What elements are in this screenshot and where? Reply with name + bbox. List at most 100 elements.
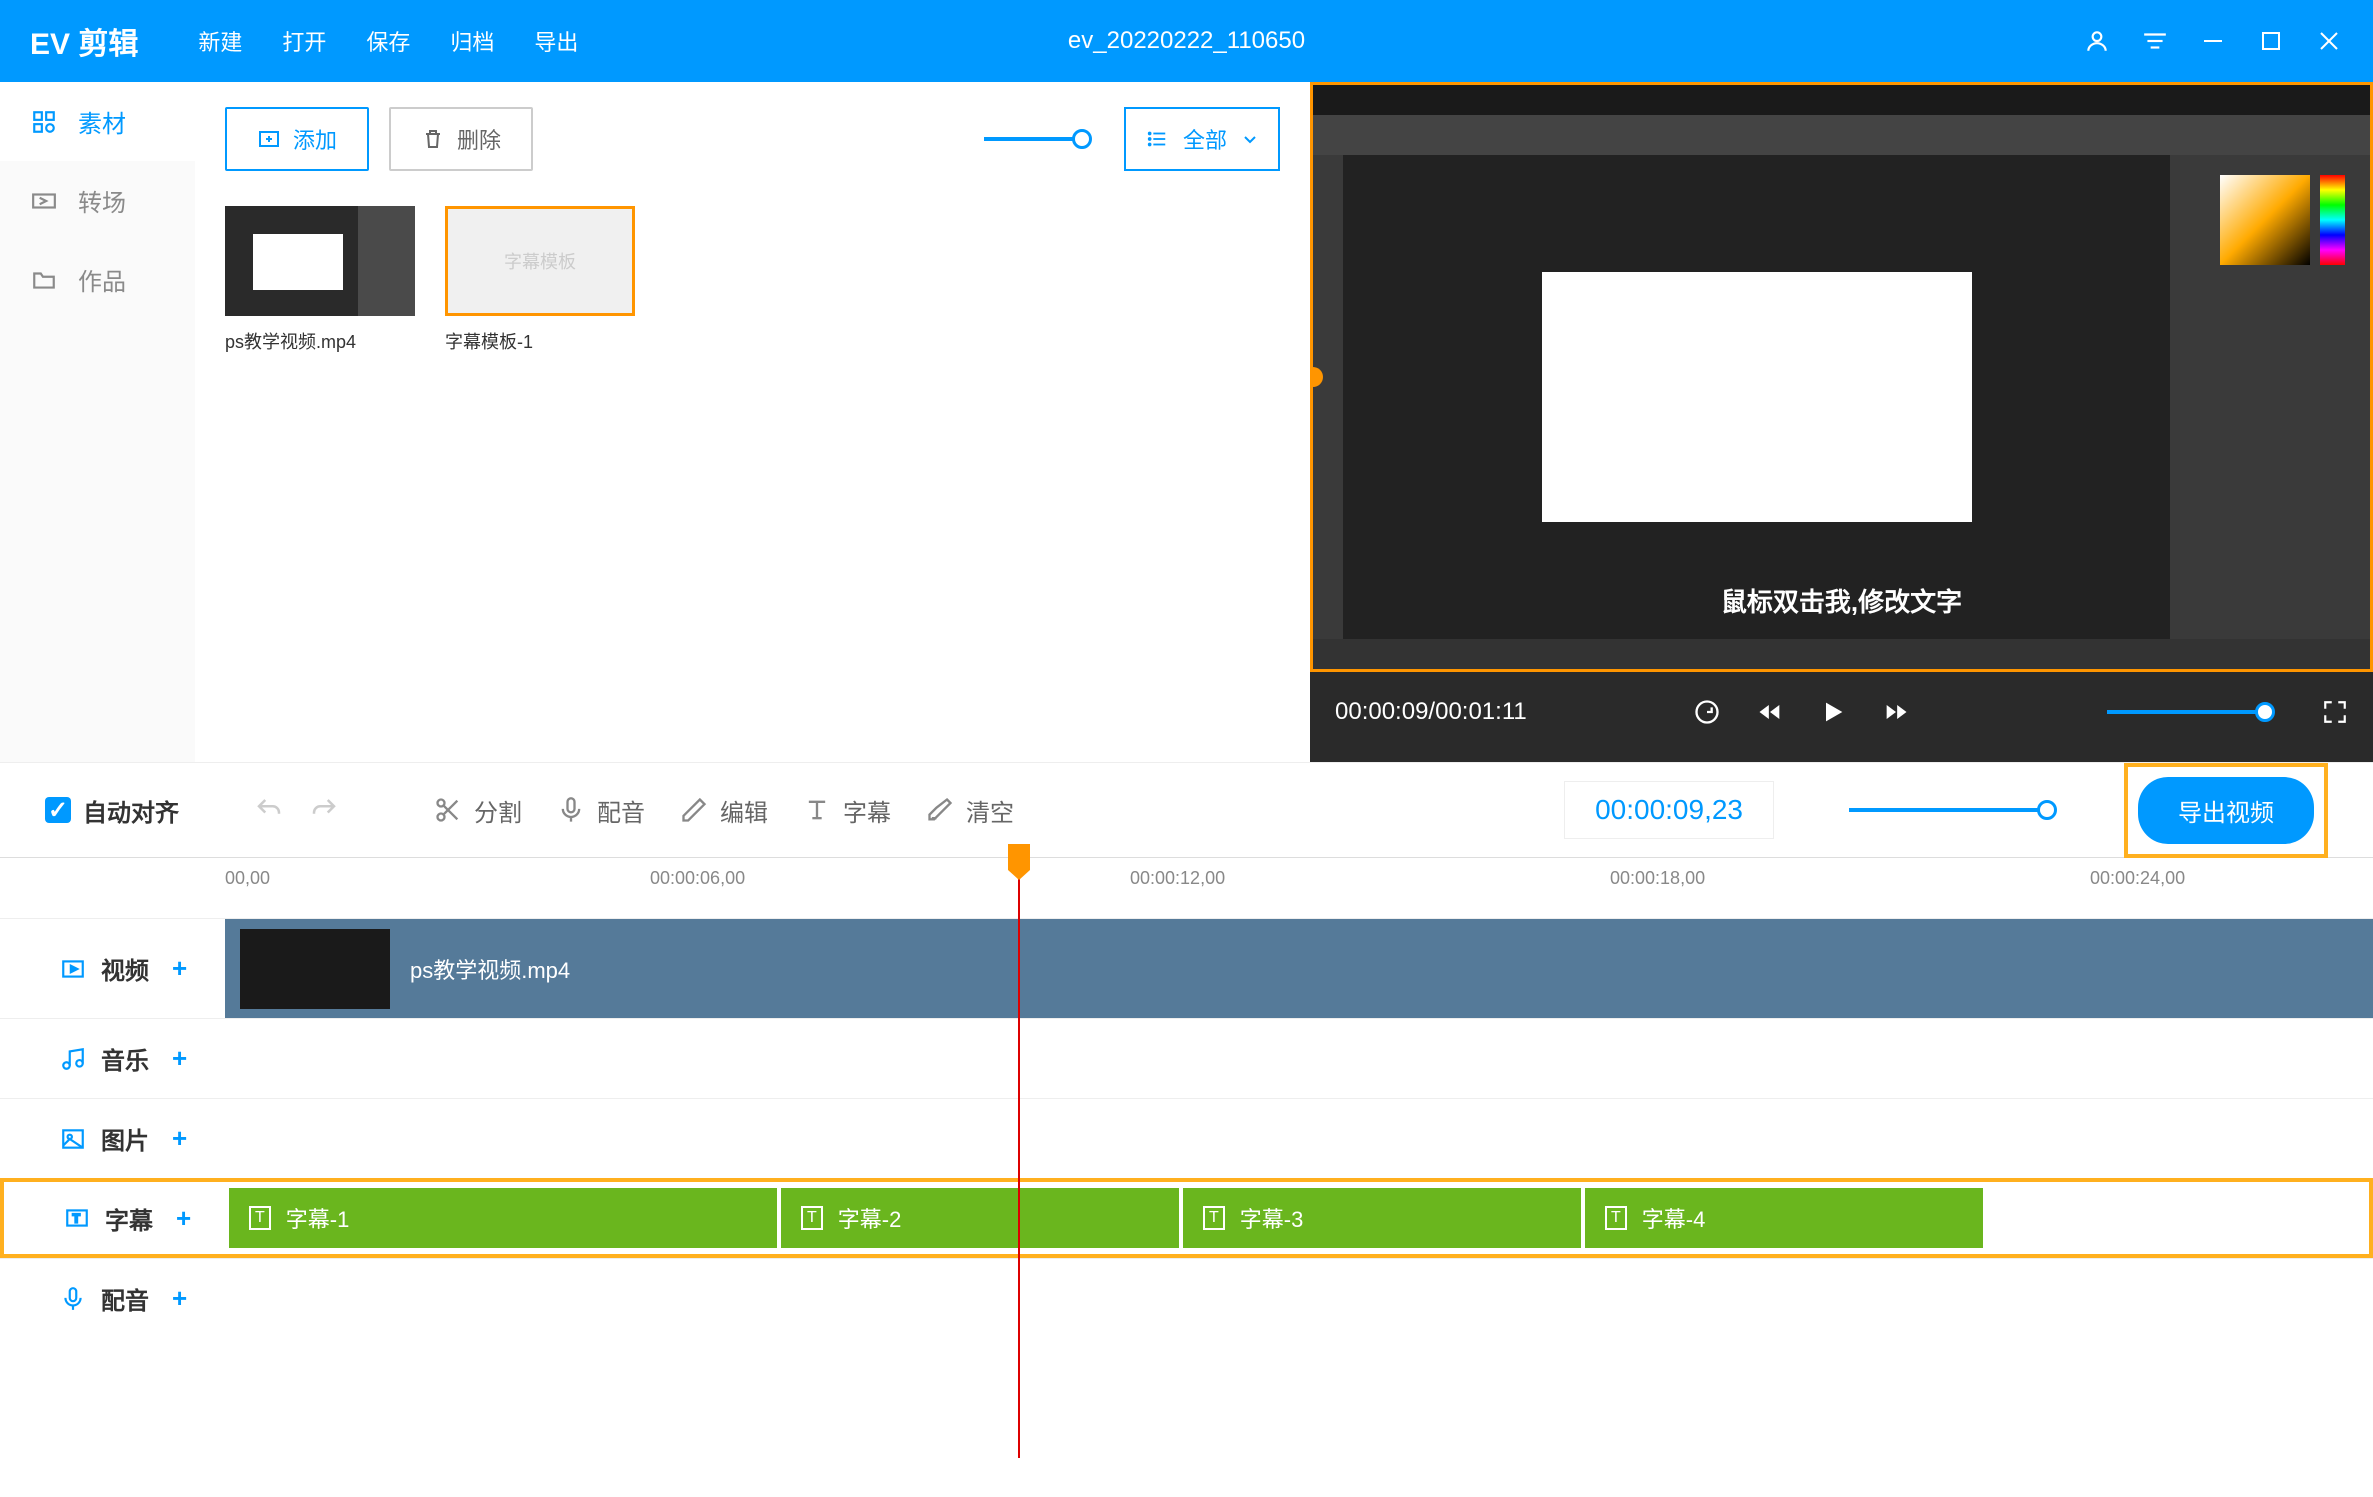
mic-icon [557,796,585,824]
hue-slider-mock [2320,175,2345,265]
close-button[interactable] [2315,27,2343,55]
image-track-content[interactable] [225,1099,2373,1178]
preview-controls: 00:00:09/00:01:11 [1310,672,2373,752]
play-button[interactable] [1819,698,1847,726]
split-button[interactable]: 分割 [434,793,522,828]
add-track-button[interactable]: + [176,1203,191,1234]
scissors-icon [434,796,462,824]
playhead-handle[interactable] [1008,844,1030,870]
video-icon [60,956,86,982]
preview-mock-menubar [1313,85,2370,115]
tool-label: 字幕 [843,793,891,828]
undo-button[interactable] [254,795,284,825]
menu-archive[interactable]: 归档 [450,25,494,57]
subtitle-clip[interactable]: T 字幕-1 [229,1188,779,1248]
add-track-button[interactable]: + [172,1283,187,1314]
subtitle-clip[interactable]: T 字幕-4 [1585,1188,1985,1248]
thumb-text: 字幕模板 [504,248,576,274]
menu-new[interactable]: 新建 [198,25,242,57]
loop-button[interactable] [1693,698,1721,726]
preview-time-display: 00:00:09/00:01:11 [1335,698,1527,726]
preview-viewport[interactable]: 鼠标双击我,修改文字 [1310,82,2373,672]
filter-dropdown[interactable]: 全部 [1124,107,1280,171]
text-badge-icon: T [249,1206,271,1230]
menu-icon[interactable] [2141,27,2169,55]
subtitle-track-content[interactable]: T 字幕-1 T 字幕-2 T 字幕-3 T 字幕-4 [229,1182,2369,1254]
media-item-video[interactable]: ps教学视频.mp4 [225,206,415,354]
preview-mock-dock [1313,639,2370,669]
timeline-ruler[interactable]: 00,00 00:00:06,00 00:00:12,00 00:00:18,0… [0,858,2373,918]
list-icon [1146,128,1168,150]
ruler-tick: 00:00:18,00 [1610,868,1705,889]
tool-label: 分割 [474,793,522,828]
minimize-button[interactable] [2199,27,2227,55]
main-area: 素材 转场 作品 添加 删除 [0,82,2373,762]
maximize-button[interactable] [2257,27,2285,55]
clip-label: ps教学视频.mp4 [410,953,570,985]
tool-label: 编辑 [720,793,768,828]
menu-save[interactable]: 保存 [366,25,410,57]
media-grid: ps教学视频.mp4 字幕模板 字幕模板-1 [225,206,1280,354]
svg-text:T: T [73,1211,81,1225]
video-track-content[interactable]: ps教学视频.mp4 [225,919,2373,1018]
subtitle-clip[interactable]: T 字幕-3 [1183,1188,1583,1248]
media-label: ps教学视频.mp4 [225,328,415,354]
clear-button[interactable]: 清空 [926,793,1014,828]
sidebar-label: 素材 [78,104,126,139]
preview-trim-handle-left[interactable] [1310,367,1323,387]
voiceover-track-content[interactable] [225,1259,2373,1338]
track-row-voiceover: 配音 + [0,1258,2373,1338]
color-picker-mock [2220,175,2310,265]
preview-mock-toolbar [1313,115,2370,155]
auto-align-checkbox[interactable]: ✓ 自动对齐 [45,793,179,828]
redo-button[interactable] [309,795,339,825]
track-header-voiceover: 配音 + [0,1281,225,1316]
clip-label: 字幕-3 [1240,1202,1304,1234]
track-row-video: 视频 + ps教学视频.mp4 [0,918,2373,1018]
track-header-subtitle: T 字幕 + [4,1201,229,1236]
add-label: 添加 [293,123,337,155]
timecode-display[interactable]: 00:00:09,23 [1564,781,1774,839]
transition-icon [30,187,58,215]
voiceover-button[interactable]: 配音 [557,793,645,828]
text-badge-icon: T [1605,1206,1627,1230]
delete-label: 删除 [457,123,501,155]
checkbox-icon: ✓ [45,797,71,823]
add-button[interactable]: 添加 [225,107,369,171]
tool-label: 清空 [966,793,1014,828]
menu-open[interactable]: 打开 [282,25,326,57]
delete-button[interactable]: 删除 [389,107,533,171]
track-label: 音乐 [101,1041,149,1076]
add-track-button[interactable]: + [172,1123,187,1154]
timeline-zoom-slider[interactable] [1849,808,2049,812]
user-icon[interactable] [2083,27,2111,55]
preview-panel: 鼠标双击我,修改文字 00:00:09/00:01:11 [1310,82,2373,762]
rewind-button[interactable] [1756,698,1784,726]
volume-slider[interactable] [2107,710,2267,714]
subtitle-button[interactable]: 字幕 [803,793,891,828]
music-track-content[interactable] [225,1019,2373,1098]
timeline-tracks: 视频 + ps教学视频.mp4 音乐 + 图片 + [0,918,2373,1338]
media-item-subtitle-template[interactable]: 字幕模板 字幕模板-1 [445,206,635,354]
add-track-button[interactable]: + [172,1043,187,1074]
sidebar-tab-transition[interactable]: 转场 [0,161,195,240]
export-video-button[interactable]: 导出视频 [2138,777,2314,844]
thumbnail-zoom-slider[interactable] [984,137,1084,141]
preview-canvas [1542,272,1972,522]
track-label: 图片 [101,1121,149,1156]
playhead[interactable] [1018,858,1020,1458]
fullscreen-button[interactable] [2322,699,2348,725]
sidebar-tab-works[interactable]: 作品 [0,240,195,319]
add-track-button[interactable]: + [172,953,187,984]
sidebar-tab-material[interactable]: 素材 [0,82,195,161]
text-badge-icon: T [801,1206,823,1230]
track-label: 视频 [101,951,149,986]
sidebar-label: 作品 [78,262,126,297]
subtitle-clip[interactable]: T 字幕-2 [781,1188,1181,1248]
menu-export[interactable]: 导出 [534,25,578,57]
media-thumbnail [225,206,415,316]
edit-button[interactable]: 编辑 [680,793,768,828]
clip-label: 字幕-2 [838,1202,902,1234]
video-clip[interactable]: ps教学视频.mp4 [225,919,2373,1018]
forward-button[interactable] [1882,698,1910,726]
